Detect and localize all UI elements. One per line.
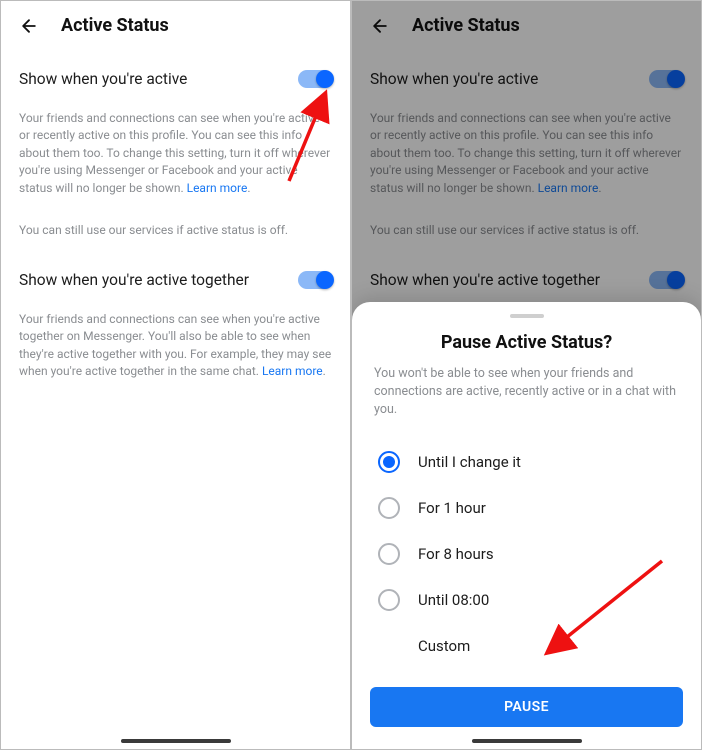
setting-together-label: Show when you're active together xyxy=(19,271,249,289)
toggle-together[interactable] xyxy=(649,271,683,289)
off-note: You can still use our services if active… xyxy=(352,203,701,251)
phone-left: Active Status Show when you're active Yo… xyxy=(0,0,351,750)
desc-text-post: . xyxy=(247,181,250,195)
setting-active-row[interactable]: Show when you're active xyxy=(352,50,701,96)
radio-icon[interactable] xyxy=(378,497,400,519)
sheet-title: Pause Active Status? xyxy=(352,332,701,353)
sheet-grab-handle[interactable] xyxy=(510,314,544,318)
option-until-time[interactable]: Until 08:00 xyxy=(352,577,701,623)
learn-more-link[interactable]: Learn more xyxy=(538,181,599,195)
toggle-active[interactable] xyxy=(649,70,683,88)
desc-text-post: . xyxy=(323,364,326,378)
toggle-active[interactable] xyxy=(298,70,332,88)
learn-more-link[interactable]: Learn more xyxy=(187,181,248,195)
setting-active-label: Show when you're active xyxy=(370,70,538,88)
option-label: For 1 hour xyxy=(418,499,486,517)
page-title: Active Status xyxy=(412,15,520,36)
radio-icon[interactable] xyxy=(378,589,400,611)
setting-active-desc: Your friends and connections can see whe… xyxy=(352,96,701,203)
option-label: Custom xyxy=(418,637,470,655)
off-note: You can still use our services if active… xyxy=(1,203,350,251)
back-arrow-icon[interactable] xyxy=(370,16,390,36)
setting-together-label: Show when you're active together xyxy=(370,271,600,289)
phone-right: Active Status Show when you're active Yo… xyxy=(351,0,702,750)
setting-active-label: Show when you're active xyxy=(19,70,187,88)
header: Active Status xyxy=(1,1,350,50)
setting-together-row[interactable]: Show when you're active together xyxy=(1,251,350,297)
pause-button[interactable]: PAUSE xyxy=(370,687,683,727)
page-title: Active Status xyxy=(61,15,169,36)
option-label: For 8 hours xyxy=(418,545,494,563)
radio-icon[interactable] xyxy=(378,543,400,565)
setting-active-row[interactable]: Show when you're active xyxy=(1,50,350,96)
setting-together-desc: Your friends and connections can see whe… xyxy=(1,297,350,387)
desc-text: Your friends and connections can see whe… xyxy=(19,111,330,195)
option-8-hours[interactable]: For 8 hours xyxy=(352,531,701,577)
option-label: Until I change it xyxy=(418,453,521,471)
option-label: Until 08:00 xyxy=(418,591,489,609)
setting-active-desc: Your friends and connections can see whe… xyxy=(1,96,350,203)
setting-together-row[interactable]: Show when you're active together xyxy=(352,251,701,297)
option-until-change[interactable]: Until I change it xyxy=(352,439,701,485)
sheet-desc: You won't be able to see when your frien… xyxy=(352,365,701,439)
screen-left: Active Status Show when you're active Yo… xyxy=(1,1,350,749)
home-indicator xyxy=(472,739,582,743)
home-indicator xyxy=(121,739,231,743)
back-arrow-icon[interactable] xyxy=(19,16,39,36)
pause-sheet: Pause Active Status? You won't be able t… xyxy=(352,302,701,749)
header: Active Status xyxy=(352,1,701,50)
learn-more-link[interactable]: Learn more xyxy=(262,364,323,378)
option-1-hour[interactable]: For 1 hour xyxy=(352,485,701,531)
desc-text: Your friends and connections can see whe… xyxy=(370,111,681,195)
radio-icon[interactable] xyxy=(378,451,400,473)
desc-text-post: . xyxy=(598,181,601,195)
option-custom[interactable]: Custom xyxy=(352,623,701,669)
toggle-together[interactable] xyxy=(298,271,332,289)
